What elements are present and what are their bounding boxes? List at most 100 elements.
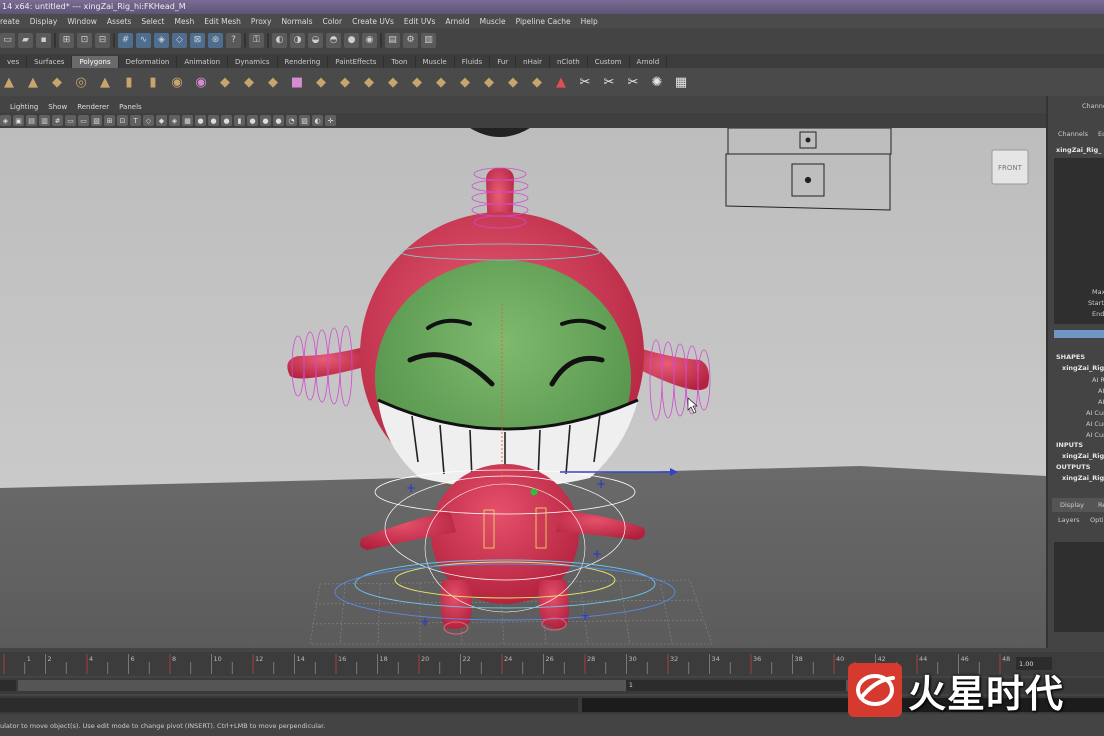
- snap-plane-icon[interactable]: ◇: [172, 32, 187, 48]
- poly-boolean-icon[interactable]: ■: [288, 73, 306, 91]
- save-scene-icon[interactable]: ▪: [36, 32, 51, 48]
- range-start-field[interactable]: 1: [626, 680, 846, 691]
- poly-cylinder-icon[interactable]: ▮: [144, 73, 162, 91]
- depth-of-field-icon[interactable]: ◐: [312, 115, 323, 126]
- panel-menu-panels[interactable]: Panels: [119, 101, 142, 113]
- snap-curve-icon[interactable]: ∿: [136, 32, 151, 48]
- shelf-tab-curves[interactable]: ves: [0, 56, 28, 68]
- shelf-tab-rendering[interactable]: Rendering: [278, 56, 329, 68]
- xray-joints-icon[interactable]: ●: [260, 115, 271, 126]
- textured-icon[interactable]: ▦: [182, 115, 193, 126]
- uv-automatic-icon[interactable]: ✺: [648, 73, 666, 91]
- select-component-icon[interactable]: ⊟: [95, 32, 110, 48]
- input-node-name[interactable]: xingZai_Rig: [1062, 452, 1104, 460]
- menu-window[interactable]: Window: [67, 17, 97, 26]
- poly-extrude-icon[interactable]: ◆: [336, 73, 354, 91]
- menu-edit-mesh[interactable]: Edit Mesh: [204, 17, 241, 26]
- pivot-point[interactable]: [530, 488, 538, 496]
- all-lights-icon[interactable]: ●: [208, 115, 219, 126]
- poly-torus-icon[interactable]: ◎: [72, 73, 90, 91]
- menu-create-uvs[interactable]: Create UVs: [352, 17, 394, 26]
- poly-cube-icon[interactable]: ▲: [0, 73, 18, 91]
- selected-attribute-bar[interactable]: [1054, 330, 1104, 338]
- history-icon[interactable]: ?: [226, 32, 241, 48]
- menu-mesh[interactable]: Mesh: [174, 17, 194, 26]
- options-menu[interactable]: Opti: [1090, 516, 1104, 524]
- layers-menu[interactable]: Layers: [1058, 516, 1080, 524]
- channels-tab[interactable]: Channels: [1058, 130, 1088, 138]
- poly-wedge-icon[interactable]: ◆: [504, 73, 522, 91]
- poly-mirror-icon[interactable]: ◆: [312, 73, 330, 91]
- poly-prism-icon[interactable]: ▮: [120, 73, 138, 91]
- smooth-shade-icon[interactable]: ◆: [156, 115, 167, 126]
- shelf-tab-deformation[interactable]: Deformation: [119, 56, 178, 68]
- render-view-icon[interactable]: ◐: [272, 32, 287, 48]
- resolution-gate-icon[interactable]: ▭: [78, 115, 89, 126]
- ambient-occlusion-icon[interactable]: ●: [273, 115, 284, 126]
- menu-color[interactable]: Color: [322, 17, 342, 26]
- film-gate-icon[interactable]: ▭: [65, 115, 76, 126]
- camera-attributes-icon[interactable]: ▣: [13, 115, 24, 126]
- poly-bridge-icon[interactable]: ◆: [360, 73, 378, 91]
- shelf-tab-arnold[interactable]: Arnold: [630, 56, 668, 68]
- shelf-tab-fur[interactable]: Fur: [490, 56, 517, 68]
- xray-icon[interactable]: ●: [247, 115, 258, 126]
- shelf-tab-custom[interactable]: Custom: [588, 56, 630, 68]
- menu-normals[interactable]: Normals: [281, 17, 312, 26]
- menu-pipeline-cache[interactable]: Pipeline Cache: [516, 17, 571, 26]
- ipr-render-icon[interactable]: ◒: [308, 32, 323, 48]
- render-settings-icon[interactable]: ◓: [326, 32, 341, 48]
- sculpt-tool-icon[interactable]: ▲: [552, 73, 570, 91]
- shelf-tab-ncloth[interactable]: nCloth: [550, 56, 588, 68]
- poly-bevel-icon[interactable]: ◆: [432, 73, 450, 91]
- poly-cone-icon[interactable]: ▲: [24, 73, 42, 91]
- open-scene-icon[interactable]: ▰: [18, 32, 33, 48]
- select-hierarchy-icon[interactable]: ⊞: [59, 32, 74, 48]
- menu-proxy[interactable]: Proxy: [251, 17, 272, 26]
- start-time-field[interactable]: [0, 680, 16, 691]
- select-object-icon[interactable]: ⊡: [77, 32, 92, 48]
- poly-smooth-icon[interactable]: ◆: [264, 73, 282, 91]
- uv-planar-icon[interactable]: ✂: [576, 73, 594, 91]
- poly-append-icon[interactable]: ◆: [384, 73, 402, 91]
- panel-menu-renderer[interactable]: Renderer: [77, 101, 109, 113]
- tool-settings-icon[interactable]: ⚙: [403, 32, 418, 48]
- edit-tab[interactable]: Ed: [1098, 130, 1104, 138]
- shape-node-name[interactable]: xingZai_Rig: [1062, 364, 1104, 372]
- output-node-name[interactable]: xingZai_Rig: [1062, 474, 1104, 482]
- uv-spherical-icon[interactable]: ✂: [624, 73, 642, 91]
- poly-merge-icon[interactable]: ◆: [480, 73, 498, 91]
- lock-icon[interactable]: ⚿: [249, 32, 264, 48]
- snap-live-icon[interactable]: ⊛: [208, 32, 223, 48]
- wireframe-icon[interactable]: ◇: [143, 115, 154, 126]
- render-globals-icon[interactable]: ◉: [362, 32, 377, 48]
- menu-assets[interactable]: Assets: [107, 17, 131, 26]
- snap-point-icon[interactable]: ◈: [154, 32, 169, 48]
- shelf-tab-fluids[interactable]: Fluids: [455, 56, 491, 68]
- default-light-icon[interactable]: ●: [195, 115, 206, 126]
- menu-display[interactable]: Display: [30, 17, 58, 26]
- poly-combine-icon[interactable]: ◉: [192, 73, 210, 91]
- render-current-icon[interactable]: ◑: [290, 32, 305, 48]
- grid-toggle-icon[interactable]: #: [52, 115, 63, 126]
- motion-blur-icon[interactable]: ◔: [286, 115, 297, 126]
- safe-action-icon[interactable]: ⊡: [117, 115, 128, 126]
- view-cube[interactable]: FRONT: [991, 149, 1029, 185]
- shelf-tab-dynamics[interactable]: Dynamics: [228, 56, 278, 68]
- hypershade-icon[interactable]: ●: [344, 32, 359, 48]
- panel-menu-lighting[interactable]: Lighting: [10, 101, 38, 113]
- field-chart-icon[interactable]: ⊞: [104, 115, 115, 126]
- manipulator-icon[interactable]: ✛: [325, 115, 336, 126]
- menu-muscle[interactable]: Muscle: [480, 17, 506, 26]
- anti-aliasing-icon[interactable]: ▨: [299, 115, 310, 126]
- shelf-tab-muscle[interactable]: Muscle: [416, 56, 455, 68]
- shelf-tab-painteffects[interactable]: PaintEffects: [328, 56, 385, 68]
- poly-poke-icon[interactable]: ◆: [528, 73, 546, 91]
- new-scene-icon[interactable]: ▭: [0, 32, 15, 48]
- shadows-icon[interactable]: ●: [221, 115, 232, 126]
- render-layer-tab[interactable]: Re: [1098, 501, 1104, 509]
- channel-box-toggle-icon[interactable]: ▥: [421, 32, 436, 48]
- safe-title-icon[interactable]: T: [130, 115, 141, 126]
- gate-mask-icon[interactable]: ▧: [91, 115, 102, 126]
- poly-pyramid-icon[interactable]: ▲: [96, 73, 114, 91]
